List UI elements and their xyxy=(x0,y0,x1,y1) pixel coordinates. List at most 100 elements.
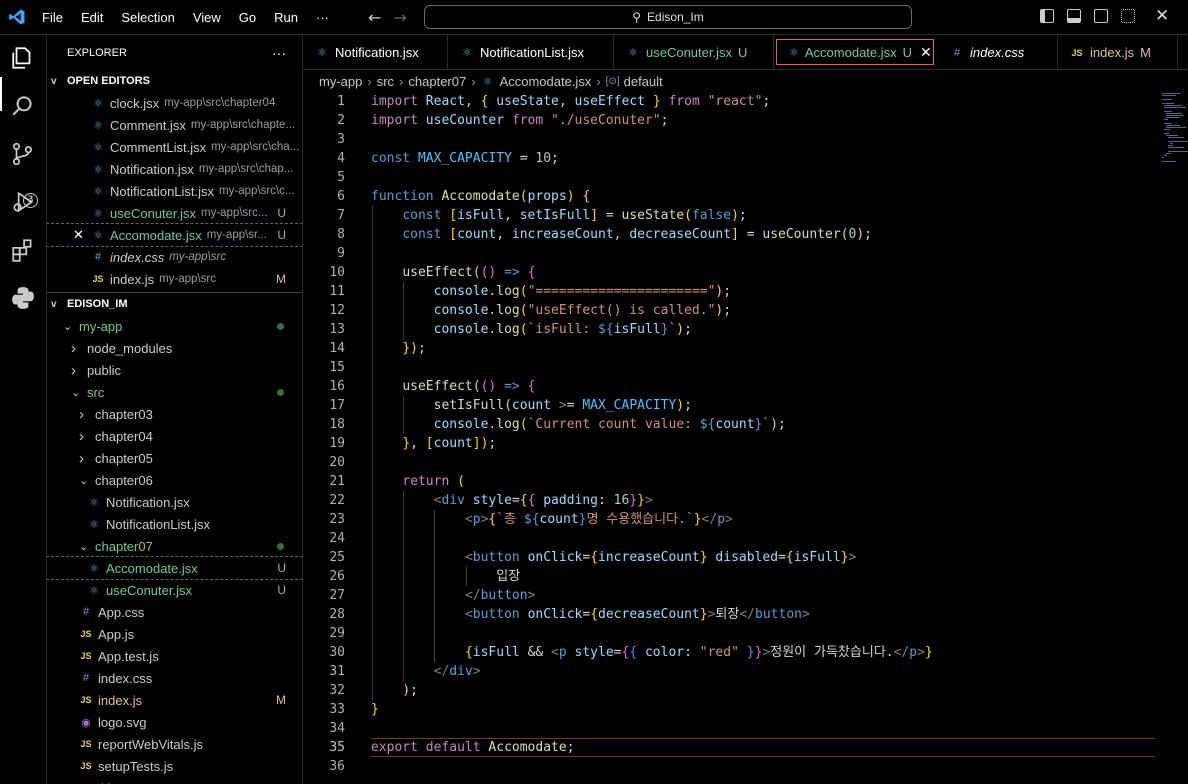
breadcrumb-item[interactable]: my-app xyxy=(319,74,362,89)
close-editor-icon[interactable]: ✕ xyxy=(73,227,91,243)
open-editor-item[interactable]: ⚛ Comment.jsx my-app\src\chapte... xyxy=(47,114,302,136)
tab-accomodate-jsx[interactable]: ⚛ Accomodate.jsx U ✕ xyxy=(776,39,934,65)
file-item[interactable]: ⚛ Notification.jsx xyxy=(47,491,302,513)
open-editor-item[interactable]: ✕ ⚛ Accomodate.jsx my-app\sr... U xyxy=(47,223,302,247)
command-center-search[interactable]: ⚲ Edison_Im xyxy=(424,5,912,29)
menu-item-3[interactable]: View xyxy=(193,10,221,25)
folder-item[interactable]: › chapter04 xyxy=(47,425,302,447)
code-line: 20 xyxy=(303,453,1188,472)
run-debug-icon[interactable] xyxy=(10,189,36,215)
more-actions-icon[interactable]: ··· xyxy=(272,45,286,61)
line-number: 36 xyxy=(329,759,345,774)
tree-item-name: App.js xyxy=(98,626,135,642)
tree-item-name: App.css xyxy=(98,604,145,620)
file-item[interactable]: ◉ logo.svg xyxy=(47,711,302,733)
folder-item[interactable]: ⌄ chapter07 xyxy=(47,535,302,557)
file-item[interactable]: ◆.gitignore xyxy=(47,777,302,784)
activity-bar: 3 xyxy=(0,35,47,784)
file-item[interactable]: JS index.js M xyxy=(47,689,302,711)
code-text: function Accomodate(props) { xyxy=(371,189,591,204)
open-editor-item[interactable]: ⚛ useConuter.jsx my-app\src... U xyxy=(47,202,302,224)
file-item[interactable]: JS App.test.js xyxy=(47,645,302,667)
forward-arrow-icon[interactable]: → xyxy=(393,8,406,27)
modified-dot-indicator xyxy=(277,322,284,330)
open-editors-header[interactable]: v OPEN EDITORS xyxy=(47,70,302,92)
search-text: Edison_Im xyxy=(647,10,704,24)
tab-useconuter-jsx[interactable]: ⚛ useConuter.jsx U xyxy=(614,35,774,70)
line-number: 9 xyxy=(337,246,345,261)
open-editor-path: my-app\sr... xyxy=(206,229,267,241)
line-number: 21 xyxy=(329,474,345,489)
source-control-icon[interactable] xyxy=(10,141,36,167)
toggle-secondary-sidebar-icon[interactable] xyxy=(1094,9,1108,23)
menu-item-4[interactable]: Go xyxy=(239,10,256,25)
menu-item-6[interactable]: ··· xyxy=(316,10,329,25)
menu-item-2[interactable]: Selection xyxy=(121,10,174,25)
folder-item[interactable]: › public xyxy=(47,359,302,381)
open-editor-item[interactable]: ⚛ Notification.jsx my-app\src\chap... xyxy=(47,158,302,180)
open-editor-item[interactable]: # index.css my-app\src xyxy=(47,246,302,268)
open-editor-path: my-app\src xyxy=(159,273,216,285)
code-line: 5 xyxy=(303,168,1188,187)
folder-item[interactable]: › node_modules xyxy=(47,337,302,359)
workspace-header[interactable]: v EDISON_IM xyxy=(47,293,302,315)
tab-index-css[interactable]: # index.css xyxy=(938,35,1058,70)
toggle-panel-icon[interactable] xyxy=(1067,9,1081,23)
extensions-icon[interactable] xyxy=(10,237,36,263)
open-editor-item[interactable]: ⚛ NotificationList.jsx my-app\src\c... xyxy=(47,180,302,202)
customize-layout-icon[interactable] xyxy=(1121,9,1135,23)
close-tab-icon[interactable]: ✕ xyxy=(920,44,932,61)
folder-item[interactable]: ⌄ src xyxy=(47,381,302,403)
file-item[interactable]: JS reportWebVitals.js xyxy=(47,733,302,755)
line-number: 20 xyxy=(329,455,345,470)
code-line: 15 xyxy=(303,358,1188,377)
react-file-icon: ⚛ xyxy=(89,518,99,531)
tab-index-js[interactable]: JS index.js M xyxy=(1058,35,1178,70)
open-editor-item[interactable]: ⚛ clock.jsx my-app\src\chapter04 xyxy=(47,92,302,114)
explorer-icon[interactable] xyxy=(10,45,36,71)
breadcrumb-item[interactable]: default xyxy=(624,74,663,89)
open-editor-path: my-app\src\cha... xyxy=(211,141,300,153)
breadcrumb-item[interactable]: Accomodate.jsx xyxy=(500,74,592,89)
tab-notificationlist-jsx[interactable]: ⚛ NotificationList.jsx xyxy=(448,35,614,70)
open-editor-item[interactable]: JS index.js my-app\src M xyxy=(47,268,302,290)
breadcrumb-item[interactable]: src xyxy=(377,74,394,89)
chevron-right-icon: › xyxy=(79,449,84,467)
file-item[interactable]: ⚛ Accomodate.jsx U xyxy=(47,556,302,580)
line-number: 30 xyxy=(329,645,345,660)
file-item[interactable]: # index.css xyxy=(47,667,302,689)
folder-item[interactable]: ⌄ my-app xyxy=(47,315,302,337)
tree-item-name: chapter06 xyxy=(95,472,153,488)
file-item[interactable]: # App.css xyxy=(47,601,302,623)
file-item[interactable]: JS App.js xyxy=(47,623,302,645)
menu-item-5[interactable]: Run xyxy=(274,10,298,25)
menu-item-1[interactable]: Edit xyxy=(81,10,103,25)
back-arrow-icon[interactable]: ← xyxy=(368,8,381,27)
python-icon[interactable] xyxy=(10,285,36,311)
folder-item[interactable]: › chapter03 xyxy=(47,403,302,425)
code-text: console.log("useEffect() is called."); xyxy=(433,303,732,318)
modified-dot-indicator xyxy=(277,542,284,550)
code-editor[interactable]: 1 import React, { useState, useEffect } f… xyxy=(303,92,1188,784)
search-icon[interactable] xyxy=(10,93,36,119)
minimap[interactable] xyxy=(1160,92,1188,172)
git-status-badge: M xyxy=(276,272,286,286)
chevron-right-icon: › xyxy=(79,427,84,445)
tab-notification-jsx[interactable]: ⚛ Notification.jsx xyxy=(303,35,448,70)
file-item[interactable]: ⚛ NotificationList.jsx xyxy=(47,513,302,535)
code-line: 27 </button> xyxy=(303,586,1188,605)
close-window-button[interactable]: ✕ xyxy=(1155,6,1169,26)
folder-item[interactable]: ⌄ chapter06 xyxy=(47,469,302,491)
open-editor-name: Comment.jsx xyxy=(110,117,186,133)
code-text: import useCounter from "./useConuter"; xyxy=(371,113,669,128)
open-editor-item[interactable]: ⚛ CommentList.jsx my-app\src\cha... xyxy=(47,136,302,158)
file-item[interactable]: JS setupTests.js xyxy=(47,755,302,777)
file-item[interactable]: ⚛ useConuter.jsx U xyxy=(47,579,302,601)
folder-item[interactable]: › chapter05 xyxy=(47,447,302,469)
line-number: 26 xyxy=(329,569,345,584)
code-line: 30 {isFull && <p style={{ color: "red" }… xyxy=(303,643,1188,662)
breadcrumb-item[interactable]: chapter07 xyxy=(408,74,466,89)
open-editor-name: useConuter.jsx xyxy=(110,205,196,221)
menu-item-0[interactable]: File xyxy=(42,10,63,25)
toggle-primary-sidebar-icon[interactable] xyxy=(1040,9,1054,23)
